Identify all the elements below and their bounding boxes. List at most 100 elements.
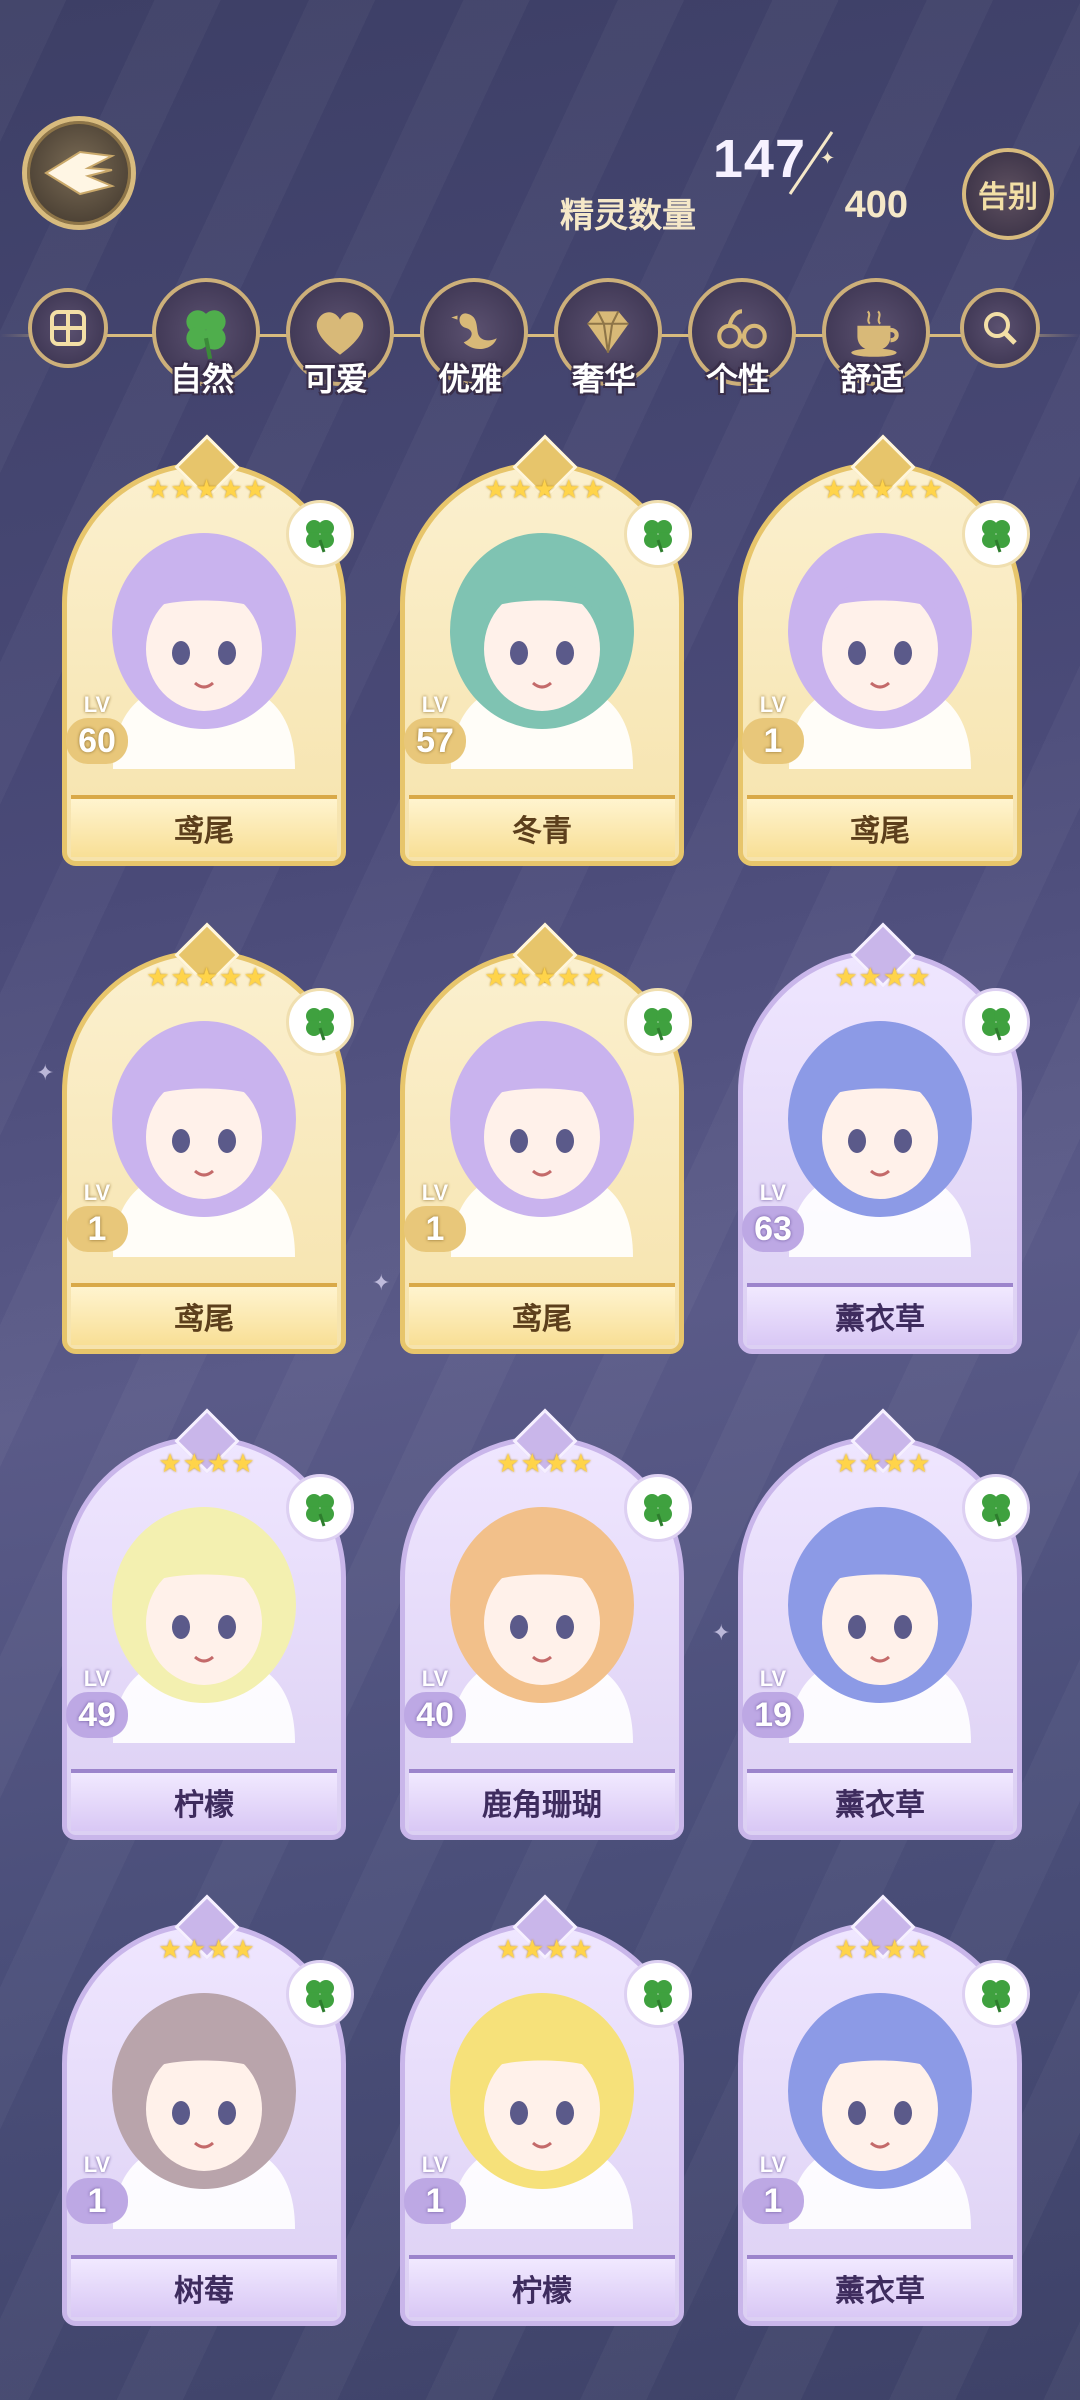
card-nameplate: 薰衣草 [747, 1283, 1013, 1345]
level-number: 19 [742, 1692, 804, 1738]
sparkle-icon: ✦ [712, 1620, 731, 1645]
sprite-card[interactable]: 柠檬 ★★★★ LV 1 [400, 1894, 692, 2328]
level-number: 1 [404, 1206, 466, 1252]
category-label: 奢华 [571, 361, 636, 397]
level-badge: LV 1 [400, 1182, 470, 1266]
clover-icon [962, 1474, 1030, 1542]
category-label: 个性 [705, 361, 770, 397]
level-tag: LV [83, 1180, 111, 1205]
level-badge: LV 1 [62, 2154, 132, 2238]
card-nameplate: 鹿角珊瑚 [409, 1769, 675, 1831]
search-button[interactable] [960, 288, 1040, 368]
clover-icon [286, 500, 354, 568]
card-nameplate: 树莓 [71, 2255, 337, 2317]
farewell-button[interactable]: 告别 [962, 148, 1054, 240]
level-tag: LV [759, 1180, 787, 1205]
level-badge: LV 19 [738, 1668, 808, 1752]
clover-icon [962, 988, 1030, 1056]
level-tag: LV [83, 1666, 111, 1691]
category-comfort[interactable]: 舒适 [822, 278, 932, 397]
sprite-card[interactable]: 薰衣草 ★★★★ LV 1 [738, 1894, 1030, 2328]
level-tag: LV [421, 1180, 449, 1205]
level-badge: LV 1 [62, 1182, 132, 1266]
sprite-card[interactable]: 柠檬 ★★★★ LV 49 [62, 1408, 354, 1842]
back-arrow-icon [44, 150, 116, 196]
sprite-name: 鸢尾 [174, 1303, 234, 1336]
sprite-counter: 147 ✦ 精灵数量 400 [560, 128, 908, 238]
category-cute[interactable]: 可爱 [286, 278, 396, 397]
star-rating: ★★★★★ [146, 962, 268, 992]
sprite-card[interactable]: 鸢尾 ★★★★★ LV 1 [738, 434, 1030, 868]
level-number: 1 [66, 2178, 128, 2224]
sprite-card[interactable]: 树莓 ★★★★ LV 1 [62, 1894, 354, 2328]
svg-text:✦: ✦ [820, 148, 835, 168]
level-badge: LV 40 [400, 1668, 470, 1752]
card-nameplate: 鸢尾 [409, 1283, 675, 1345]
star-rating: ★★★★ [158, 1934, 256, 1964]
sprite-name: 树莓 [174, 2275, 234, 2308]
level-badge: LV 57 [400, 694, 470, 778]
star-rating: ★★★★ [834, 1448, 932, 1478]
clover-icon [962, 500, 1030, 568]
card-nameplate: 柠檬 [71, 1769, 337, 1831]
level-badge: LV 1 [400, 2154, 470, 2238]
level-badge: LV 1 [738, 694, 808, 778]
clover-icon [286, 988, 354, 1056]
sprite-name: 薰衣草 [835, 1789, 925, 1822]
level-tag: LV [83, 692, 111, 717]
card-nameplate: 鸢尾 [71, 795, 337, 857]
card-nameplate: 鸢尾 [747, 795, 1013, 857]
sprite-count-max: 400 [844, 184, 908, 226]
sprite-name: 柠檬 [512, 2275, 572, 2308]
collection-button[interactable] [28, 288, 108, 368]
sprite-name: 鹿角珊瑚 [482, 1789, 602, 1822]
category-elegant[interactable]: 优雅 [420, 278, 530, 397]
sprite-card[interactable]: 鸢尾 ★★★★★ LV 60 [62, 434, 354, 868]
level-tag: LV [421, 2152, 449, 2177]
sparkle-icon: ✦ [36, 1060, 55, 1085]
level-number: 1 [742, 718, 804, 764]
level-number: 63 [742, 1206, 804, 1252]
card-nameplate: 薰衣草 [747, 2255, 1013, 2317]
clover-icon [286, 1474, 354, 1542]
clover-icon [624, 988, 692, 1056]
sprite-card[interactable]: 薰衣草 ★★★★ LV 63 [738, 922, 1030, 1356]
level-number: 1 [404, 2178, 466, 2224]
sprite-card[interactable]: 薰衣草 ★★★★ LV 19 [738, 1408, 1030, 1842]
category-label: 自然 [169, 361, 234, 397]
sprite-name: 薰衣草 [835, 2275, 925, 2308]
level-number: 1 [66, 1206, 128, 1252]
sprite-card[interactable]: 冬青 ★★★★★ LV 57 [400, 434, 692, 868]
level-tag: LV [759, 2152, 787, 2177]
star-rating: ★★★★★ [146, 474, 268, 504]
clover-icon [624, 1960, 692, 2028]
card-nameplate: 鸢尾 [71, 1283, 337, 1345]
sprite-count-label: 精灵数量 [560, 197, 696, 235]
clover-icon [286, 1960, 354, 2028]
sprite-name: 冬青 [512, 815, 572, 848]
category-luxury[interactable]: 奢华 [554, 278, 664, 397]
level-number: 57 [404, 718, 466, 764]
back-button[interactable] [22, 116, 136, 230]
star-rating: ★★★★★ [484, 474, 606, 504]
sprite-card[interactable]: 鹿角珊瑚 ★★★★ LV 40 [400, 1408, 692, 1842]
star-rating: ★★★★ [834, 1934, 932, 1964]
category-natural[interactable]: 自然 [152, 278, 262, 397]
search-icon [984, 312, 1017, 345]
sprite-name: 柠檬 [174, 1789, 234, 1822]
star-rating: ★★★★★ [822, 474, 944, 504]
level-number: 60 [66, 718, 128, 764]
sprite-name: 鸢尾 [850, 815, 910, 848]
sprite-card[interactable]: 鸢尾 ★★★★★ LV 1 [62, 922, 354, 1356]
sprite-name: 薰衣草 [835, 1303, 925, 1336]
category-personality[interactable]: 个性 [688, 278, 798, 397]
level-number: 49 [66, 1692, 128, 1738]
sprite-card[interactable]: 鸢尾 ★★★★★ LV 1 [400, 922, 692, 1356]
level-number: 40 [404, 1692, 466, 1738]
level-tag: LV [759, 1666, 787, 1691]
category-label: 舒适 [839, 361, 904, 397]
grid-box-icon [50, 310, 86, 346]
level-badge: LV 1 [738, 2154, 808, 2238]
level-tag: LV [759, 692, 787, 717]
star-rating: ★★★★ [496, 1448, 594, 1478]
